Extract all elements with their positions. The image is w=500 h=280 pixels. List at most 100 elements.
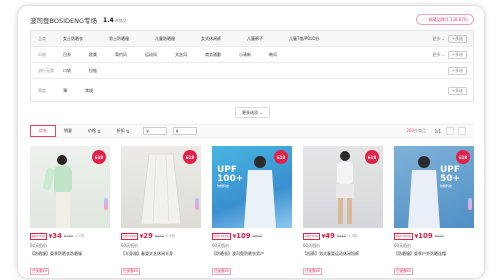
filter-option[interactable]: 小清新	[239, 52, 251, 58]
product-image[interactable]: UPF 100+ 防晒科技 618	[212, 146, 292, 228]
filter-option[interactable]: 文艺风	[175, 52, 187, 58]
filter-option[interactable]: 女士防晒衣	[63, 36, 83, 42]
product-image[interactable]: UPF 50+ 防晒科技 618	[394, 146, 474, 228]
filter-label: 厚度	[38, 87, 46, 93]
product-title[interactable]: 【防晒衣】波司登防晒衣男户	[212, 251, 292, 257]
filter-option[interactable]: 欧美	[89, 52, 97, 58]
filter-option[interactable]: 男士防晒服	[109, 36, 129, 42]
product-card[interactable]: 618 好价 ¥29 ¥29 ¥469 0.6折 60天低价 【半身裙】春夏文艺…	[121, 146, 201, 276]
filter-option[interactable]: 商务通勤	[205, 52, 221, 58]
filter-option[interactable]: 运动风	[145, 52, 157, 58]
coupon-label: 已优惠¥5	[30, 268, 49, 275]
filter-option[interactable]: 口袋	[63, 68, 71, 74]
deal-tag: 好价 ¥109	[394, 232, 413, 240]
filter-option[interactable]: 女式休闲裤	[201, 36, 221, 42]
filter-option[interactable]: 儿童防晒服	[155, 36, 175, 42]
deal-tag: 好价 ¥49	[303, 232, 320, 240]
product-card[interactable]: UPF 50+ 防晒科技 618 好价 ¥109 ¥109 ¥339 60天低价 【…	[394, 146, 474, 276]
product-image[interactable]: 618	[121, 146, 201, 228]
more-link[interactable]: 更多 ⌄	[432, 52, 445, 58]
promo-badge: 618	[274, 150, 288, 164]
promo-badge: 618	[92, 150, 106, 164]
price-min-input[interactable]: ¥	[143, 127, 168, 135]
original-price: ¥469	[154, 234, 165, 238]
filter-label: 品类	[38, 35, 46, 41]
sort-tab-default[interactable]: 综合	[30, 125, 56, 137]
deal-tag: 好价 ¥34	[30, 232, 47, 240]
upf-label: UPF 50+ 防晒科技	[440, 165, 461, 189]
product-price: ¥109	[414, 232, 433, 240]
multi-select-button[interactable]: + 多选	[447, 86, 467, 95]
low-price-label: 60天低价	[394, 243, 412, 248]
product-card[interactable]: 618 好价 ¥34 ¥34 ¥159 1.7折 60天低价 【防晒服】夏季防晒…	[30, 146, 110, 276]
product-title[interactable]: 【防晒服】夏季户外防晒连帽	[394, 251, 474, 257]
price-range-separator: -	[169, 128, 171, 134]
filter-option[interactable]: 韩风	[269, 52, 277, 58]
sort-tab-price[interactable]: 价格 ⇅	[80, 125, 109, 137]
page-indicator: 1/1	[434, 128, 441, 134]
upf-label: UPF 100+ 防晒科技	[217, 165, 244, 189]
filter-panel: 品类 女士防晒衣 男士防晒服 儿童防晒服 女式休闲裤 儿童裤子 儿童T恤/POL…	[30, 30, 474, 102]
coupon-label: 已优惠¥5	[121, 268, 140, 275]
prev-page-button[interactable]: ‹	[446, 127, 454, 135]
promo-badge: 618	[365, 150, 379, 164]
filter-option[interactable]: 儿童裤子	[247, 36, 263, 42]
filter-option[interactable]: 常规	[85, 88, 93, 94]
deal-tag: 好价 ¥109	[212, 232, 231, 240]
store-name: 波司登BOSIDENG专场	[30, 17, 98, 25]
sort-tab-sales[interactable]: 销量	[56, 125, 80, 137]
promo-badge: 618	[183, 150, 197, 164]
side-tag-icon	[468, 198, 472, 210]
product-image[interactable]: 618	[30, 146, 110, 228]
product-title[interactable]: 【半身裙】春夏文艺休闲半身	[121, 251, 201, 257]
result-count: 200件商品	[406, 128, 426, 133]
low-price-label: 60天低价	[30, 243, 48, 248]
coupon-label: 已优惠¥5	[212, 268, 231, 275]
next-page-button[interactable]: ›	[458, 127, 466, 135]
favorite-brand-button[interactable]: ♡ 收藏品牌(1,338,876)	[416, 14, 474, 25]
product-title[interactable]: 【防晒服】夏季防晒衣防晒服	[30, 251, 110, 257]
product-title[interactable]: 【短裤】男式春夏运动休闲短裤	[303, 251, 383, 257]
filter-option[interactable]: 日系	[63, 52, 71, 58]
more-options-button[interactable]: 更多选项 ⌄	[235, 107, 270, 118]
product-price: ¥49	[321, 232, 335, 240]
filter-label: 风格	[38, 51, 46, 57]
multi-select-button[interactable]: + 多选	[447, 66, 467, 75]
deal-tag: 好价 ¥29	[121, 232, 138, 240]
filter-option[interactable]: 简约风	[115, 52, 127, 58]
discount-label: 1.3折	[348, 233, 358, 238]
low-price-label: 60天低价	[303, 243, 321, 248]
store-header: 波司登BOSIDENG专场 1.4件商品 ♡ 收藏品牌(1,338,876)	[30, 12, 474, 28]
filter-row-thickness: 厚度 薄 常规 + 多选	[31, 79, 473, 102]
low-price-label: 60天低价	[121, 243, 139, 248]
heart-icon: ♡	[422, 16, 427, 23]
original-price: ¥809	[252, 234, 262, 238]
product-image[interactable]: 618	[303, 146, 383, 228]
chevron-down-icon: ⌄	[259, 110, 263, 115]
discount-label: 0.6折	[166, 233, 176, 238]
filter-option[interactable]: 薄	[63, 88, 67, 94]
filter-label: 流行元素	[38, 67, 54, 73]
sort-tab-discount[interactable]: 折扣 ⇅	[109, 125, 138, 137]
price-max-input[interactable]: ¥	[172, 127, 197, 135]
coupon-label: 已优惠¥5	[303, 268, 322, 275]
sort-bar: 综合 销量 价格 ⇅ 折扣 ⇅ ¥ - ¥ 200件商品 1/1 ‹ ›	[30, 124, 474, 138]
discount-label: 1.7折	[75, 233, 85, 238]
low-price-label: 60天低价	[212, 243, 230, 248]
product-card[interactable]: 618 好价 ¥49 ¥49 ¥369 1.3折 60天低价 【短裤】男式春夏运…	[303, 146, 383, 276]
filter-option[interactable]: 拉链	[89, 68, 97, 74]
filter-option[interactable]: 儿童T恤/POLO衫	[289, 36, 320, 42]
original-price: ¥369	[336, 234, 347, 238]
sort-arrows-icon: ⇅	[125, 128, 130, 134]
product-card[interactable]: UPF 100+ 防晒科技 618 好价 ¥109 ¥109 ¥809 60天低价 …	[212, 146, 292, 276]
sort-arrows-icon: ⇅	[97, 128, 101, 134]
product-grid: 618 好价 ¥34 ¥34 ¥159 1.7折 60天低价 【防晒服】夏季防晒…	[30, 146, 474, 276]
coupon-label: 已优惠¥5	[394, 268, 413, 275]
more-link[interactable]: 更多 ⌄	[432, 36, 445, 42]
side-tag-icon	[104, 198, 108, 210]
filter-row-element: 流行元素 口袋 拉链 + 多选	[31, 63, 473, 79]
product-price: ¥29	[139, 232, 153, 240]
multi-select-button[interactable]: + 多选	[447, 34, 467, 43]
multi-select-button[interactable]: + 多选	[447, 50, 467, 59]
promo-badge: 618	[456, 150, 470, 164]
